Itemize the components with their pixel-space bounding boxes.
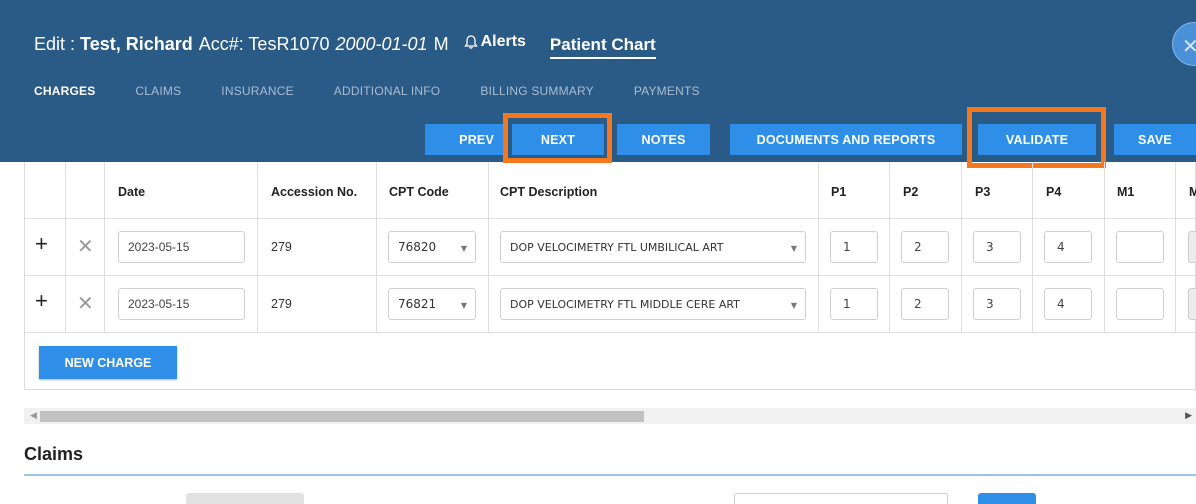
patient-title: Edit : Test, Richard Acc#: TesR1070 2000… (34, 33, 656, 59)
column-header-p1[interactable]: P1 (831, 185, 846, 199)
section-divider (24, 474, 1196, 476)
column-divider (818, 162, 819, 332)
column-divider (488, 162, 489, 332)
cpt-code-value: 76821 (398, 297, 437, 311)
accession-number: 279 (271, 297, 292, 311)
column-header-p2[interactable]: P2 (903, 185, 918, 199)
add-row-icon[interactable]: + (35, 231, 48, 257)
row-divider (24, 218, 1196, 219)
tab-insurance[interactable]: INSURANCE (221, 84, 293, 98)
cpt-code-select[interactable]: 76821 ▼ (388, 288, 476, 320)
bell-icon (463, 35, 478, 49)
patient-name: Test, Richard (80, 34, 193, 54)
m2-input[interactable] (1188, 231, 1196, 263)
column-header-m1[interactable]: M1 (1117, 185, 1134, 199)
cpt-description-select[interactable]: DOP VELOCIMETRY FTL MIDDLE CERE ART ▼ (500, 288, 806, 320)
alerts-label: Alerts (480, 33, 526, 50)
accession-number: 279 (271, 240, 292, 254)
p4-input[interactable]: 4 (1044, 231, 1092, 263)
column-divider (889, 162, 890, 332)
p1-input[interactable]: 1 (830, 288, 878, 320)
column-header-p4[interactable]: P4 (1046, 185, 1061, 199)
date-input[interactable]: 2023-05-15 (118, 231, 245, 263)
tab-billing-summary[interactable]: BILLING SUMMARY (480, 84, 593, 98)
column-divider (961, 162, 962, 332)
date-of-birth: 2000-01-01 (335, 34, 428, 54)
validate-highlight-box (967, 107, 1106, 168)
column-divider (257, 162, 258, 332)
p4-input[interactable]: 4 (1044, 288, 1092, 320)
chevron-down-icon: ▼ (460, 301, 467, 310)
p3-input[interactable]: 3 (973, 231, 1021, 263)
edit-header: Edit : Test, Richard Acc#: TesR1070 2000… (0, 0, 1196, 168)
claims-filter-button[interactable] (186, 493, 304, 504)
cpt-description-select[interactable]: DOP VELOCIMETRY FTL UMBILICAL ART ▼ (500, 231, 806, 263)
tab-charges[interactable]: CHARGES (34, 84, 95, 98)
tab-additional-info[interactable]: ADDITIONAL INFO (334, 84, 441, 98)
patient-sex: M (433, 34, 449, 54)
column-divider (65, 162, 66, 332)
p2-input[interactable]: 2 (901, 288, 949, 320)
edit-label: Edit : (34, 34, 76, 54)
patient-chart-link[interactable]: Patient Chart (549, 35, 656, 59)
p3-input[interactable]: 3 (973, 288, 1021, 320)
column-header-m2[interactable]: M (1189, 185, 1196, 199)
close-button[interactable]: ✕ (1172, 22, 1196, 66)
prev-button[interactable]: PREV (425, 124, 508, 155)
remove-row-icon[interactable]: ✕ (77, 234, 94, 259)
column-divider (1104, 162, 1105, 332)
tab-payments[interactable]: PAYMENTS (634, 84, 700, 98)
tab-claims[interactable]: CLAIMS (135, 84, 181, 98)
account-number: Acc#: TesR1070 (198, 34, 330, 54)
close-icon: ✕ (1182, 36, 1196, 58)
chevron-down-icon: ▼ (790, 244, 797, 253)
column-divider (104, 162, 105, 332)
date-input[interactable]: 2023-05-15 (118, 288, 245, 320)
claims-search-input[interactable] (734, 493, 948, 504)
scrollbar-thumb[interactable] (40, 411, 644, 422)
save-button[interactable]: SAVE (1114, 124, 1196, 155)
notes-button[interactable]: NOTES (617, 124, 710, 155)
m1-input[interactable] (1116, 288, 1164, 320)
cpt-code-select[interactable]: 76820 ▼ (388, 231, 476, 263)
scroll-left-icon[interactable]: ◀ (30, 410, 37, 421)
claims-action-button[interactable] (978, 493, 1036, 504)
charges-table (24, 162, 1196, 390)
chevron-down-icon: ▼ (790, 301, 797, 310)
p2-input[interactable]: 2 (901, 231, 949, 263)
column-header-cpt-code[interactable]: CPT Code (389, 185, 449, 199)
column-divider (1175, 162, 1176, 332)
cpt-description-value: DOP VELOCIMETRY FTL MIDDLE CERE ART (510, 297, 740, 311)
new-charge-button[interactable]: NEW CHARGE (39, 346, 177, 379)
claims-section-title: Claims (24, 444, 84, 464)
m2-input[interactable] (1188, 288, 1196, 320)
column-header-date[interactable]: Date (118, 185, 145, 199)
column-divider (1032, 162, 1033, 332)
p1-input[interactable]: 1 (830, 231, 878, 263)
horizontal-scrollbar[interactable]: ◀ ▶ (24, 408, 1196, 424)
m1-input[interactable] (1116, 231, 1164, 263)
column-header-p3[interactable]: P3 (975, 185, 990, 199)
column-divider (376, 162, 377, 332)
chevron-down-icon: ▼ (460, 244, 467, 253)
add-row-icon[interactable]: + (35, 288, 48, 314)
row-divider (24, 275, 1196, 276)
scroll-right-icon[interactable]: ▶ (1185, 410, 1192, 421)
cpt-code-value: 76820 (398, 240, 437, 254)
alerts-link[interactable]: Alerts (463, 33, 526, 51)
cpt-description-value: DOP VELOCIMETRY FTL UMBILICAL ART (510, 240, 724, 254)
next-highlight-box (503, 113, 612, 163)
row-divider (24, 332, 1196, 333)
column-header-cpt-description[interactable]: CPT Description (500, 185, 597, 199)
remove-row-icon[interactable]: ✕ (77, 291, 94, 316)
column-header-accession[interactable]: Accession No. (271, 185, 357, 199)
documents-and-reports-button[interactable]: DOCUMENTS AND REPORTS (730, 124, 962, 155)
tab-bar: CHARGES CLAIMS INSURANCE ADDITIONAL INFO… (34, 84, 740, 98)
